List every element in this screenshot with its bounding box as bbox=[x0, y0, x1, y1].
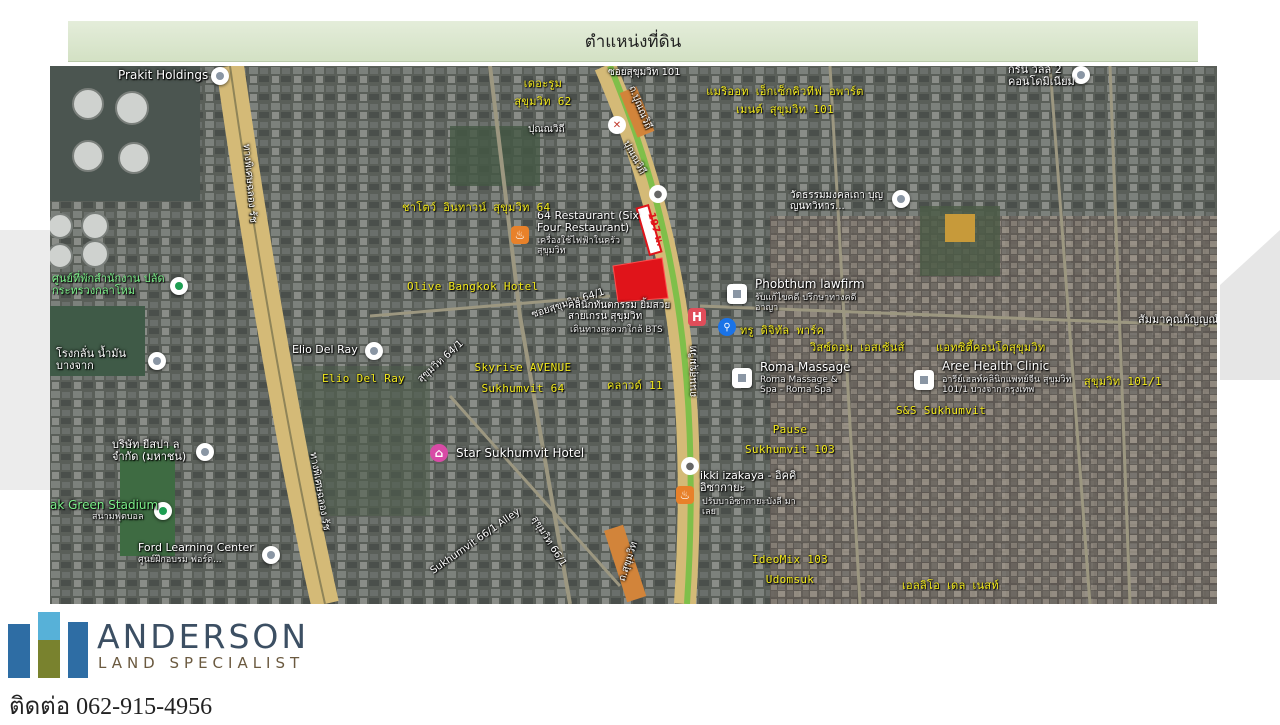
location-pin-icon[interactable] bbox=[211, 67, 229, 85]
project-label: Pause Sukhumvit 103 bbox=[745, 423, 835, 456]
hospital-icon[interactable]: H bbox=[688, 308, 706, 326]
place-label[interactable]: Roma Massage bbox=[760, 360, 851, 374]
project-label: เอลลิโอ เดล เนสท์ bbox=[902, 579, 999, 592]
train-station-icon[interactable]: ✕ bbox=[608, 116, 626, 134]
road-label: ถนนสุขุมวิท bbox=[688, 345, 700, 398]
hotel-icon[interactable]: ⌂ bbox=[430, 444, 448, 462]
place-label[interactable]: ikki izakaya - อิคคิ อิซากายะ bbox=[700, 469, 800, 494]
title-bar: ตำแหน่งที่ดิน bbox=[68, 21, 1198, 62]
page-title: ตำแหน่งที่ดิน bbox=[584, 31, 682, 51]
place-label[interactable]: Elio Del Ray bbox=[292, 343, 358, 356]
location-pin-icon[interactable] bbox=[196, 443, 214, 461]
bus-stop-icon: ● bbox=[681, 457, 699, 475]
place-sublabel: เครื่องใช้ไฟฟ้าในครัว สุขุมวิท bbox=[537, 236, 621, 256]
place-label[interactable]: ปุณณวิถี bbox=[528, 124, 565, 135]
place-sublabel: รับแก้ไขคดี ปรึกษาทางคดีอาญา bbox=[755, 293, 857, 313]
place-label[interactable]: ak Green Stadium bbox=[50, 498, 158, 512]
place-label[interactable]: Aree Health Clinic bbox=[942, 359, 1049, 373]
place-sublabel: สนามฟุตบอล bbox=[92, 512, 144, 522]
project-label: Olive Bangkok Hotel bbox=[407, 280, 539, 293]
contact-phone[interactable]: ติดต่อ 062-915-4956 bbox=[9, 686, 212, 725]
project-label: เดอะรูม สุขุมวิท 62 bbox=[514, 77, 572, 108]
place-label[interactable]: บริษัท ยีสปา ล จำกัด (มหาชน) bbox=[112, 438, 192, 463]
location-pin-icon[interactable] bbox=[727, 284, 747, 304]
shopping-icon[interactable]: ⚲ bbox=[718, 318, 736, 336]
temple-icon[interactable] bbox=[892, 190, 910, 208]
place-sublabel: ปรับบาอิซากายะบังลี มาเลย bbox=[702, 497, 796, 517]
project-label: คลาวด์ 11 bbox=[607, 379, 663, 392]
place-label[interactable]: กรีน วิลล์ 2 คอนโดมิเนียม bbox=[1008, 66, 1075, 88]
satellite-map[interactable]: ซอยสุขุมวิท 101 ถ.ปุณณวิถี ปุณณวิถี 197 … bbox=[50, 66, 1217, 604]
restaurant-icon[interactable]: ♨ bbox=[676, 486, 694, 504]
place-sublabel: Roma Massage & Spa - Roma Spa bbox=[760, 375, 838, 395]
place-label[interactable]: วัดธรรมมงคลเถา บุญญนทวิหาร... bbox=[790, 190, 890, 212]
place-label[interactable]: Prakit Holdings bbox=[118, 68, 208, 82]
project-label: ชาโตว์ อินทาวน์ สุขุมวิท 64 bbox=[402, 201, 551, 214]
project-label: S&S Sukhumvit bbox=[896, 404, 986, 417]
place-label[interactable]: คลินิกทันตกรรม ยิ้มสวยสายเกรน สุขุมวิท bbox=[568, 300, 686, 322]
location-pin-icon[interactable] bbox=[365, 342, 383, 360]
anderson-logo-icon bbox=[8, 612, 88, 678]
bus-stop-icon: ● bbox=[649, 185, 667, 203]
project-label: แมริออท เอ็กเซ็กคิวทีฟ อพาร์ต เมนต์ สุขุ… bbox=[706, 85, 864, 116]
place-label[interactable]: Ford Learning Center bbox=[138, 541, 254, 554]
location-pin-icon[interactable] bbox=[148, 352, 166, 370]
place-sublabel: อารีย์เฮลท์คลินิกแพทย์จีน สุขุมวิท 101/1… bbox=[942, 375, 1072, 395]
place-label[interactable]: โรงกลั่น น้ำมัน บางจาก bbox=[56, 347, 146, 372]
place-label[interactable]: สัมมาคุณกัญญณ์ bbox=[1138, 313, 1217, 326]
road-label: ซอยสุขุมวิท 101 bbox=[608, 67, 681, 78]
place-sublabel: เดินทางสะดวกใกล้ BTS bbox=[570, 325, 663, 335]
brand-name: ANDERSON bbox=[97, 617, 310, 656]
place-label[interactable]: Phobthum lawfirm bbox=[755, 277, 865, 291]
land-plot-marker bbox=[612, 257, 669, 303]
location-pin-icon[interactable] bbox=[732, 368, 752, 388]
place-label[interactable]: 64 Restaurant (Six Four Restaurant) bbox=[537, 209, 657, 234]
project-label: ทรู ดิจิทัล พาร์ค bbox=[740, 324, 825, 337]
brand-tagline: LAND SPECIALIST bbox=[98, 654, 305, 672]
place-sublabel: ศูนย์ฝึกอบรม ฟอร์ด... bbox=[138, 555, 222, 565]
project-label: Skyrise AVENUE Sukhumvit 64 bbox=[474, 361, 572, 395]
project-label: Elio Del Ray bbox=[322, 372, 406, 385]
place-label[interactable]: ศูนย์ที่พักสำนักงาน ปลัดกระทรวงกลาโหม bbox=[52, 272, 166, 297]
project-label: สุขุมวิท 101/1 bbox=[1084, 375, 1162, 388]
project-label: วิสซ์ดอม เอสเซ้นส์ bbox=[810, 341, 905, 354]
location-pin-icon[interactable] bbox=[914, 370, 934, 390]
restaurant-icon[interactable]: ♨ bbox=[511, 226, 529, 244]
location-pin-icon[interactable] bbox=[262, 546, 280, 564]
project-label: IdeoMix 103 Udomsuk bbox=[751, 553, 829, 586]
place-label[interactable]: Star Sukhumvit Hotel bbox=[456, 446, 584, 460]
location-pin-icon[interactable] bbox=[170, 277, 188, 295]
project-label: แอทซิตี้คอนโดสุขุมวิท bbox=[936, 341, 1046, 354]
